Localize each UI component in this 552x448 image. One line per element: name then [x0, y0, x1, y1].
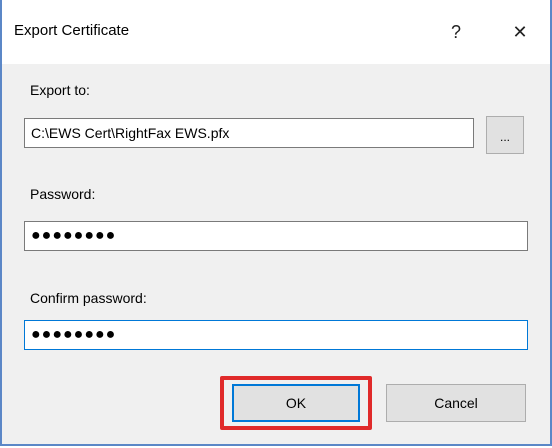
ok-button[interactable]: OK — [232, 384, 360, 422]
confirm-password-label: Confirm password: — [30, 290, 147, 306]
export-to-label: Export to: — [30, 82, 90, 98]
dialog-body: Export to: C:\EWS Cert\RightFax EWS.pfx … — [2, 64, 550, 444]
export-path-input[interactable]: C:\EWS Cert\RightFax EWS.pfx — [24, 118, 474, 148]
cancel-button[interactable]: Cancel — [386, 384, 526, 422]
dialog-title: Export Certificate — [14, 22, 130, 39]
password-label: Password: — [30, 186, 96, 202]
help-icon[interactable]: ? — [438, 14, 474, 50]
confirm-password-input[interactable]: ●●●●●●●● — [24, 320, 528, 350]
export-certificate-dialog: Export Certificate ? ✕ Export to: C:\EWS… — [0, 0, 552, 446]
password-input[interactable]: ●●●●●●●● — [24, 221, 528, 251]
browse-button[interactable]: ... — [486, 116, 524, 154]
title-bar: Export Certificate ? ✕ — [2, 0, 550, 64]
close-icon[interactable]: ✕ — [502, 14, 538, 50]
